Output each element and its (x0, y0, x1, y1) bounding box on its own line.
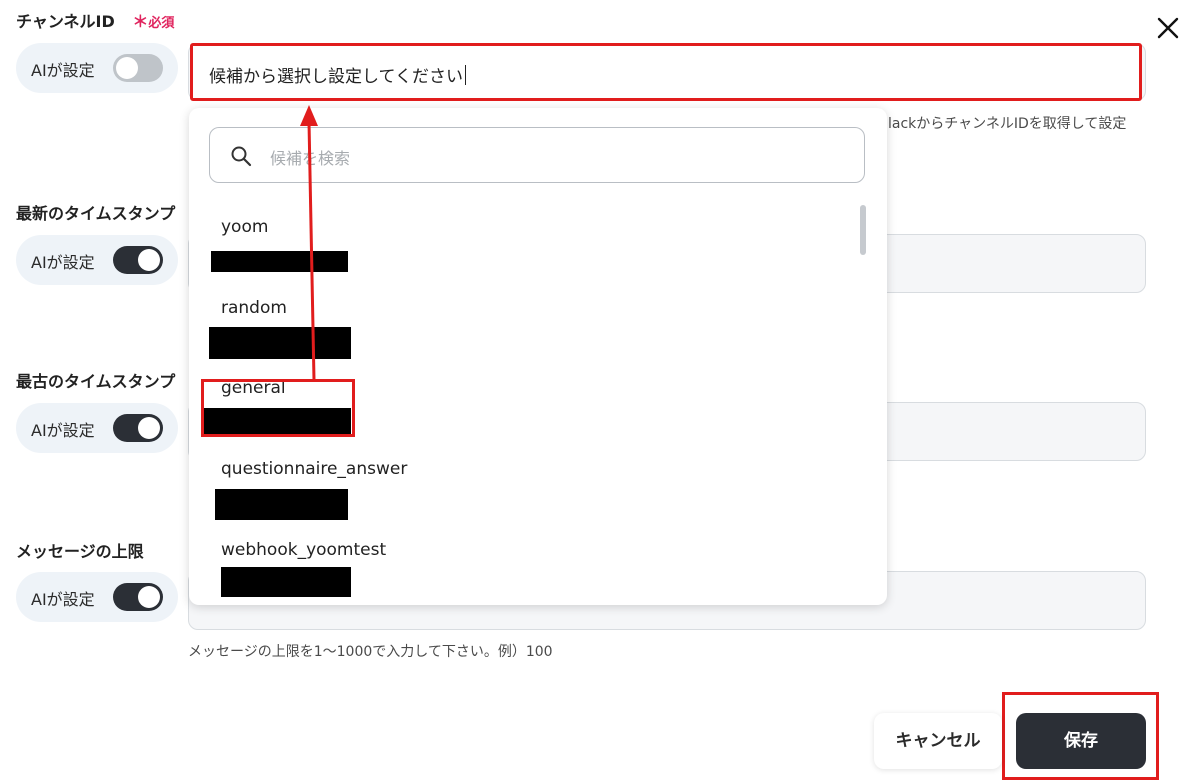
option-name: random (221, 298, 287, 318)
dropdown-option-random[interactable]: random (189, 289, 849, 369)
oldest-ai-toggle[interactable] (113, 414, 163, 442)
limit-ai-toggle[interactable] (113, 583, 163, 611)
option-name: questionnaire_answer (221, 459, 408, 479)
redacted-channel-id (215, 489, 348, 520)
text-caret (464, 65, 466, 85)
message-limit-hint: メッセージの上限を1〜1000で入力して下さい。例）100 (188, 644, 553, 660)
latest-ai-toggle[interactable] (113, 246, 163, 274)
option-name: general (221, 378, 286, 398)
oldest-ai-setting: AIが設定 (16, 403, 178, 453)
dropdown-option-yoom[interactable]: yoom (189, 208, 849, 288)
latest-timestamp-label: 最新のタイムスタンプ (16, 204, 176, 223)
oldest-timestamp-label: 最古のタイムスタンプ (16, 372, 176, 391)
dropdown-option-general[interactable]: general (189, 370, 849, 450)
dropdown-scrollbar[interactable] (860, 205, 866, 255)
channel-dropdown: 候補を検索 yoom random general questionnaire_… (189, 108, 887, 605)
channel-ai-setting: AIが設定 (16, 43, 178, 93)
channel-id-label: チャンネルID ＊必須 (16, 8, 174, 32)
ai-setting-label: AIが設定 (31, 590, 95, 609)
redacted-channel-id (203, 408, 351, 435)
ai-setting-label: AIが設定 (31, 61, 95, 80)
toggle-knob (138, 586, 160, 608)
limit-ai-setting: AIが設定 (16, 572, 178, 622)
required-star: ＊ (132, 12, 149, 31)
save-button[interactable]: 保存 (1016, 713, 1146, 769)
redacted-channel-id (221, 567, 351, 597)
channel-id-input-text: 候補から選択し設定してください (209, 67, 463, 87)
redacted-channel-id (209, 327, 351, 359)
toggle-knob (138, 417, 160, 439)
channel-id-label-text: チャンネルID (16, 12, 115, 31)
toggle-knob (116, 57, 138, 79)
dropdown-option-webhook-yoomtest[interactable]: webhook_yoomtest (189, 532, 849, 605)
ai-setting-label: AIが設定 (31, 421, 95, 440)
channel-id-input-value: 候補から選択し設定してください (209, 62, 466, 87)
required-badge: 必須 (148, 16, 175, 31)
dropdown-option-questionnaire-answer[interactable]: questionnaire_answer (189, 451, 849, 531)
annotation-arrow (300, 105, 318, 381)
channel-ai-toggle[interactable] (113, 54, 163, 82)
message-limit-label: メッセージの上限 (16, 542, 144, 561)
option-name: webhook_yoomtest (221, 540, 387, 560)
close-icon[interactable] (1154, 14, 1181, 42)
toggle-knob (138, 249, 160, 271)
redacted-channel-id (211, 251, 348, 272)
search-icon (230, 145, 252, 167)
latest-ai-setting: AIが設定 (16, 235, 178, 285)
cancel-button[interactable]: キャンセル (874, 713, 1002, 769)
channel-id-input[interactable]: 候補から選択し設定してください (190, 43, 1142, 101)
ai-setting-label: AIが設定 (31, 253, 95, 272)
channel-id-hint: lackからチャンネルIDを取得して設定 (888, 116, 1127, 132)
option-name: yoom (221, 217, 269, 237)
